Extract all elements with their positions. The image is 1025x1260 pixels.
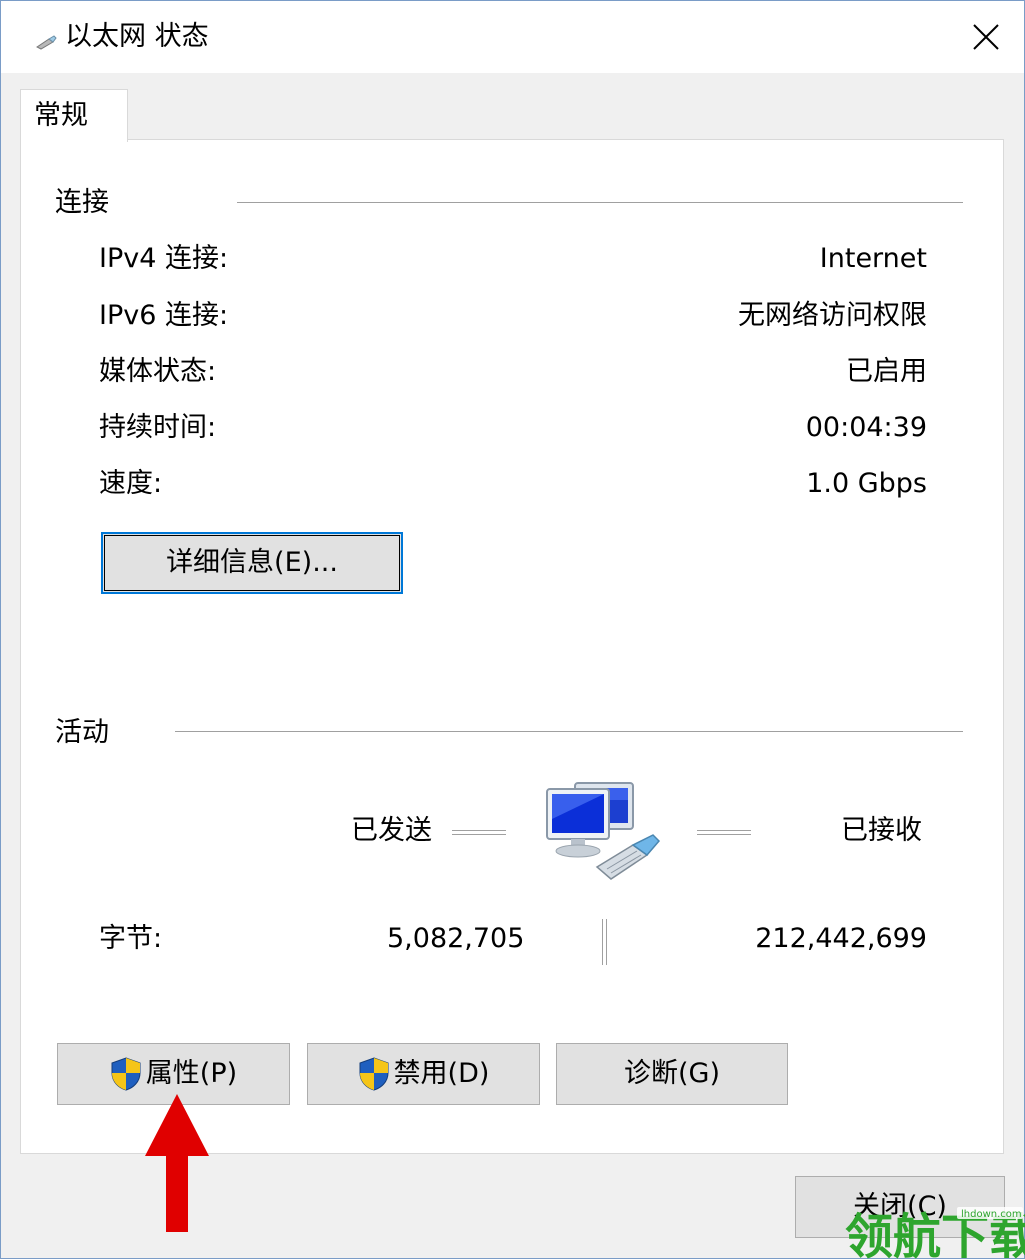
svg-text:lhdown.com: lhdown.com (961, 1209, 1022, 1220)
close-icon (973, 24, 999, 50)
ipv6-connectivity-label: IPv6 连接: (99, 300, 229, 331)
received-label: 已接收 (841, 815, 922, 846)
speed-value: 1.0 Gbps (806, 468, 927, 499)
bytes-sent-value: 5,082,705 (387, 923, 525, 954)
diagnose-button[interactable]: 诊断(G) (556, 1043, 788, 1105)
speed-label: 速度: (99, 468, 163, 499)
media-state-label: 媒体状态: (99, 356, 217, 387)
details-button-label: 详细信息(E)... (166, 547, 338, 578)
tab-general[interactable]: 常规 (20, 89, 128, 142)
red-up-arrow-icon (145, 1094, 209, 1232)
ipv6-connectivity-value: 无网络访问权限 (738, 300, 927, 331)
received-line (697, 830, 751, 835)
activity-group-label: 活动 (55, 717, 109, 748)
sent-label: 已发送 (351, 815, 432, 846)
bytes-label: 字节: (99, 923, 163, 954)
network-computers-icon (546, 782, 661, 880)
window-title: 以太网 状态 (65, 21, 209, 52)
ethernet-status-window: 以太网 状态 常规 连接 IPv4 连接: Internet IPv6 连接: … (0, 0, 1025, 1260)
uac-shield-icon (111, 1057, 141, 1091)
bytes-received-value: 212,442,699 (755, 923, 927, 954)
connection-group-label: 连接 (55, 187, 109, 218)
sent-line (452, 830, 506, 835)
duration-value: 00:04:39 (805, 412, 927, 443)
disable-button-label: 禁用(D) (393, 1058, 490, 1089)
ethernet-connector-icon (36, 35, 57, 50)
diagnose-button-label: 诊断(G) (624, 1058, 720, 1089)
details-button[interactable]: 详细信息(E)... (101, 532, 403, 594)
bytes-separator (602, 919, 607, 965)
disable-button[interactable]: 禁用(D) (307, 1043, 540, 1105)
ipv4-connectivity-label: IPv4 连接: (99, 243, 229, 274)
uac-shield-icon (359, 1057, 389, 1091)
tab-panel-general (20, 139, 1004, 1154)
title-bar: 以太网 状态 (1, 1, 1024, 73)
ipv4-connectivity-value: Internet (819, 243, 927, 274)
close-window-button[interactable] (959, 15, 1013, 59)
properties-button-label: 属性(P) (145, 1058, 238, 1089)
connection-group-divider (237, 202, 963, 204)
activity-group-divider (175, 731, 963, 733)
duration-label: 持续时间: (99, 412, 217, 443)
lhdown-watermark-logo: 领航下载 lhdown.com (845, 1207, 1025, 1260)
tab-general-label: 常规 (34, 100, 88, 131)
media-state-value: 已启用 (846, 356, 927, 387)
